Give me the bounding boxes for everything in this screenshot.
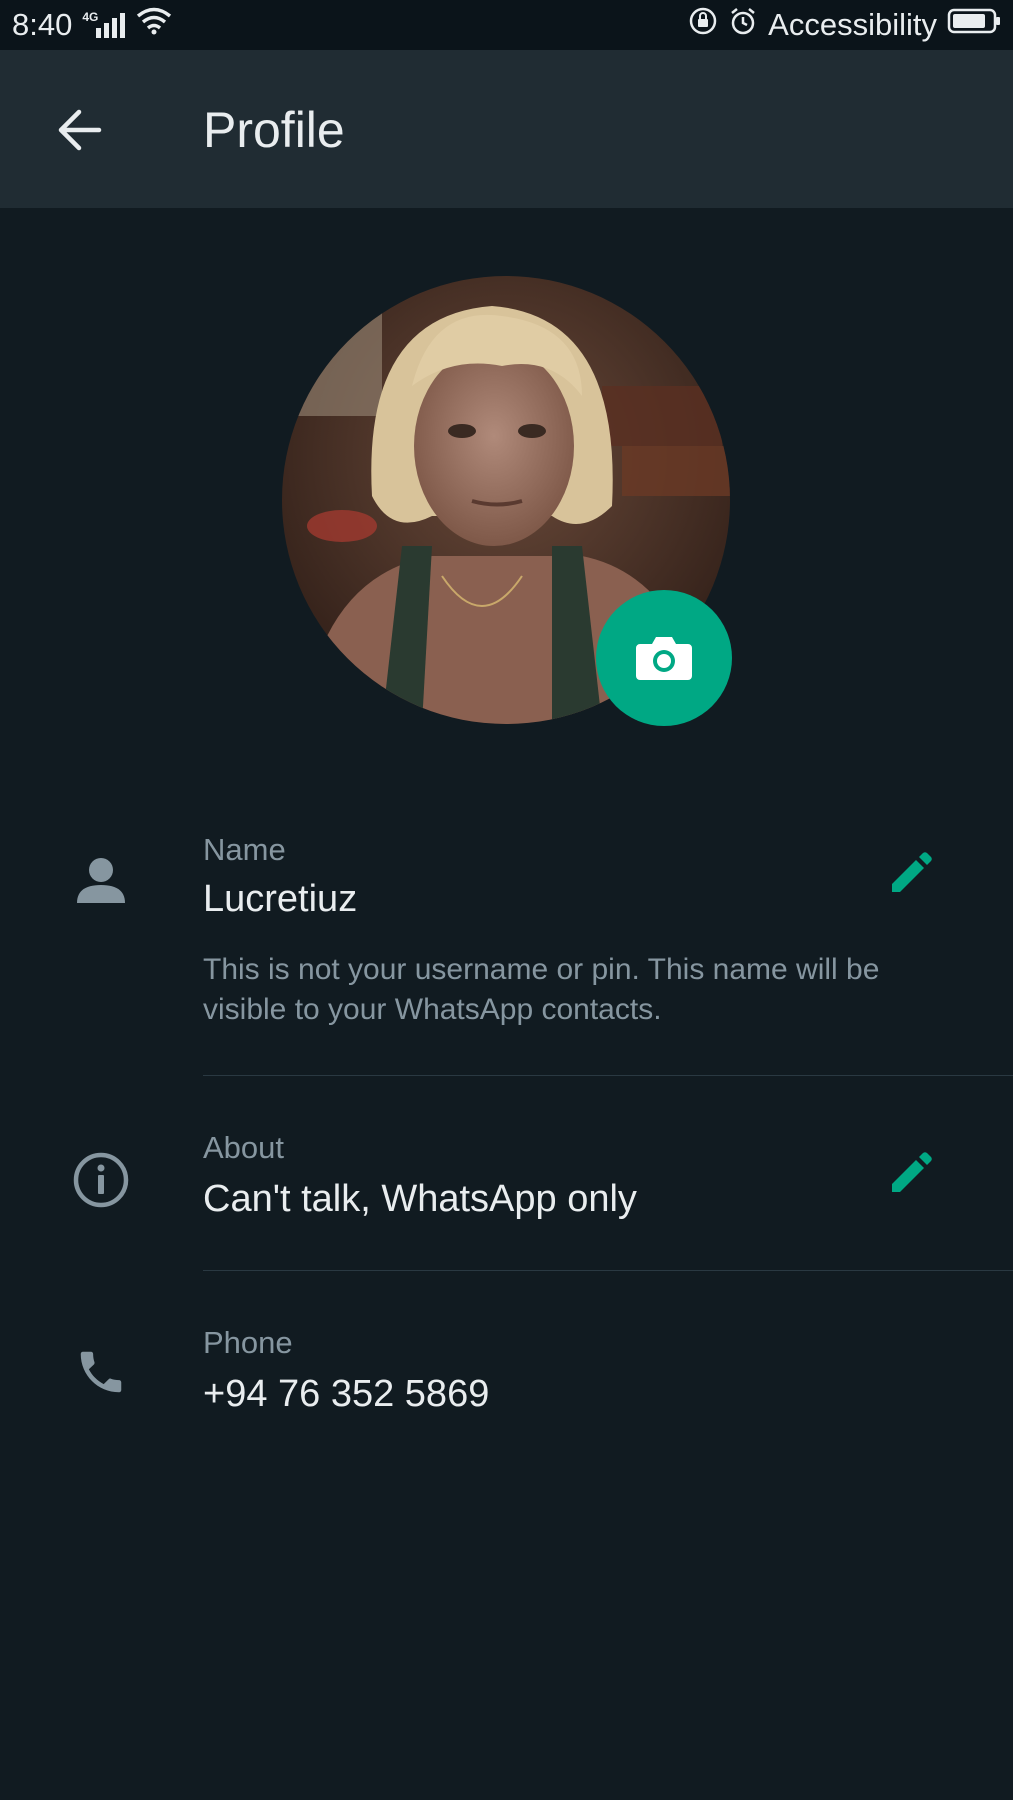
phone-label: Phone [203,1325,293,1360]
alarm-icon [728,6,758,44]
profile-photo-container [282,276,732,726]
divider [203,1270,1013,1271]
battery-icon [947,7,1001,43]
edit-name-button[interactable] [880,842,942,904]
network-type: 4G [82,10,99,24]
back-button[interactable] [46,100,112,160]
page-title: Profile [203,102,345,158]
signal-icon: 4G [82,10,126,38]
camera-icon [636,637,692,680]
arrow-left-icon [58,109,102,151]
name-row[interactable]: Name Lucretiuz This is not your username… [0,820,1013,1080]
edit-about-button[interactable] [880,1142,942,1204]
phone-value: +94 76 352 5869 [203,1373,490,1415]
camera-button[interactable] [596,590,732,726]
about-label: About [203,1130,285,1165]
phone-row: Phone +94 76 352 5869 [0,1315,1013,1455]
divider [203,1075,1013,1076]
phone-icon [70,1341,132,1403]
rotation-lock-icon [688,6,718,44]
name-label: Name [203,832,286,867]
pencil-icon [892,1152,932,1192]
about-value: Can't talk, WhatsApp only [203,1178,637,1220]
about-row[interactable]: About Can't talk, WhatsApp only [0,1120,1013,1260]
accessibility-label: Accessibility [768,7,937,42]
status-left: 8:40 4G [12,7,172,43]
name-note: This is not your username or pin. This n… [203,953,880,1026]
status-right: Accessibility [688,6,1001,44]
pencil-icon [892,852,932,892]
app-bar: Profile [0,50,1013,208]
person-icon [70,850,132,912]
status-time: 8:40 [12,7,73,42]
status-bar: 8:40 4G Accessibility [0,0,1013,50]
name-value: Lucretiuz [203,878,358,920]
wifi-icon [136,7,172,43]
info-icon [70,1149,132,1211]
